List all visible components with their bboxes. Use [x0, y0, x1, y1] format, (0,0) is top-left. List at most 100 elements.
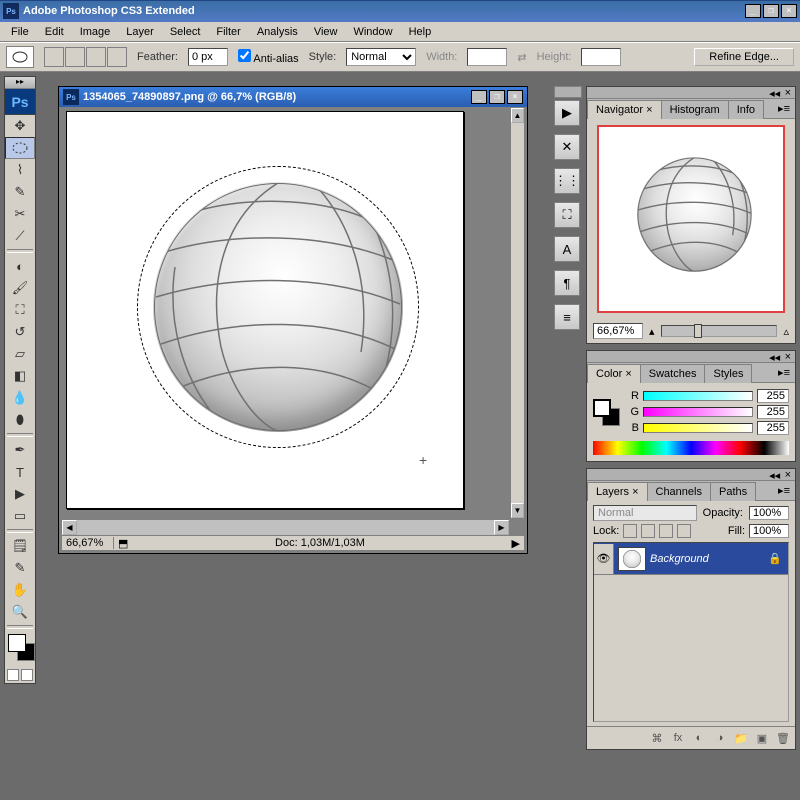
new-layer-button[interactable]: ▣ — [753, 730, 771, 746]
tab-swatches[interactable]: Swatches — [640, 364, 706, 383]
menu-filter[interactable]: Filter — [209, 24, 247, 40]
dock-clone-icon[interactable]: ⛶ — [554, 202, 580, 228]
zoom-in-icon[interactable]: ▵ — [783, 325, 789, 338]
color-menu-button[interactable]: ▸≡ — [773, 363, 795, 382]
navigator-head[interactable]: ◂◂ × — [587, 87, 795, 99]
lock-transparency-button[interactable] — [623, 524, 637, 538]
r-value[interactable]: 255 — [757, 389, 789, 403]
layer-row[interactable]: 👁 Background 🔒 — [594, 543, 788, 575]
pen-tool[interactable]: ✒ — [5, 439, 35, 461]
navigator-menu-button[interactable]: ▸≡ — [773, 99, 795, 118]
g-value[interactable]: 255 — [757, 405, 789, 419]
tab-histogram[interactable]: Histogram — [661, 100, 729, 119]
subtract-selection-button[interactable] — [86, 47, 106, 67]
lock-all-button[interactable] — [677, 524, 691, 538]
document-titlebar[interactable]: Ps 1354065_74890897.png @ 66,7% (RGB/8) … — [59, 87, 527, 107]
group-button[interactable]: 📁 — [732, 730, 750, 746]
lock-pixels-button[interactable] — [641, 524, 655, 538]
tab-navigator[interactable]: Navigator × — [587, 100, 662, 119]
horizontal-scrollbar[interactable]: ◀ ▶ — [62, 520, 509, 535]
menu-help[interactable]: Help — [402, 24, 439, 40]
delete-layer-button[interactable]: 🗑 — [774, 730, 792, 746]
dock-character-icon[interactable]: A — [554, 236, 580, 262]
antialias-checkbox[interactable]: Anti-alias — [238, 49, 299, 65]
standard-mode-button[interactable] — [7, 669, 19, 681]
canvas[interactable]: + — [66, 111, 464, 509]
color-spectrum[interactable] — [593, 441, 789, 455]
tab-info[interactable]: Info — [728, 100, 764, 119]
history-brush-tool[interactable]: ↺ — [5, 321, 35, 343]
minimize-button[interactable]: _ — [745, 4, 761, 18]
tab-channels[interactable]: Channels — [647, 482, 711, 501]
type-tool[interactable]: T — [5, 461, 35, 483]
menu-file[interactable]: File — [4, 24, 36, 40]
shape-tool[interactable]: ▭ — [5, 505, 35, 527]
blur-tool[interactable]: 💧 — [5, 387, 35, 409]
menu-window[interactable]: Window — [346, 24, 399, 40]
stamp-tool[interactable]: ⛶ — [5, 299, 35, 321]
fill-field[interactable]: 100% — [749, 524, 789, 538]
tab-layers[interactable]: Layers × — [587, 482, 648, 501]
scroll-up-button[interactable]: ▲ — [511, 108, 524, 123]
g-slider[interactable] — [643, 407, 753, 417]
canvas-area[interactable]: + — [62, 107, 509, 519]
add-selection-button[interactable] — [65, 47, 85, 67]
doc-restore-button[interactable]: ❐ — [489, 90, 505, 104]
path-select-tool[interactable]: ▶ — [5, 483, 35, 505]
tab-paths[interactable]: Paths — [710, 482, 756, 501]
opacity-field[interactable]: 100% — [749, 506, 789, 520]
tab-styles[interactable]: Styles — [704, 364, 752, 383]
eyedropper-tool[interactable]: ✎ — [5, 557, 35, 579]
zoom-out-icon[interactable]: ▴ — [649, 325, 655, 338]
foreground-color-swatch[interactable] — [8, 634, 26, 652]
status-menu-button[interactable]: ▶ — [508, 537, 524, 550]
lock-position-button[interactable] — [659, 524, 673, 538]
layer-name[interactable]: Background — [650, 553, 768, 565]
dodge-tool[interactable]: ⬮ — [5, 409, 35, 431]
notes-tool[interactable]: 🗒 — [5, 535, 35, 557]
color-swatches[interactable] — [5, 631, 35, 667]
adjustment-layer-button[interactable]: ◑ — [711, 730, 729, 746]
menu-analysis[interactable]: Analysis — [250, 24, 305, 40]
scroll-right-button[interactable]: ▶ — [494, 520, 509, 535]
hand-tool[interactable]: ✋ — [5, 579, 35, 601]
zoom-field[interactable]: 66,67% — [62, 537, 114, 549]
gradient-tool[interactable]: ◧ — [5, 365, 35, 387]
brush-tool[interactable]: 🖌 — [5, 277, 35, 299]
color-swatch-pair[interactable] — [593, 399, 621, 427]
nav-zoom-field[interactable]: 66,67% — [593, 323, 643, 339]
toolbox-grip[interactable]: ▸▸ — [5, 77, 35, 89]
link-layers-button[interactable]: ⌘ — [648, 730, 666, 746]
intersect-selection-button[interactable] — [107, 47, 127, 67]
new-selection-button[interactable] — [44, 47, 64, 67]
b-value[interactable]: 255 — [757, 421, 789, 435]
zoom-tool[interactable]: 🔍 — [5, 601, 35, 623]
blend-mode-select[interactable]: Normal — [593, 505, 697, 521]
dock-layers-icon[interactable]: ≡ — [554, 304, 580, 330]
r-slider[interactable] — [643, 391, 753, 401]
nav-zoom-slider[interactable] — [661, 325, 778, 337]
status-icon[interactable]: ⬒ — [114, 537, 132, 550]
menu-select[interactable]: Select — [163, 24, 208, 40]
tool-preset-picker[interactable] — [6, 46, 34, 68]
move-tool[interactable]: ✥ — [5, 115, 35, 137]
close-button[interactable]: × — [781, 4, 797, 18]
tab-color[interactable]: Color × — [587, 364, 641, 383]
navigator-preview[interactable] — [597, 125, 785, 313]
crop-tool[interactable]: ✂ — [5, 203, 35, 225]
style-select[interactable]: Normal — [346, 48, 416, 66]
dock-play-icon[interactable]: ▶ — [554, 100, 580, 126]
scroll-left-button[interactable]: ◀ — [62, 520, 77, 535]
scroll-down-button[interactable]: ▼ — [511, 503, 524, 518]
dock-grip[interactable] — [554, 86, 582, 98]
refine-edge-button[interactable]: Refine Edge... — [694, 48, 794, 66]
dock-paragraph-icon[interactable]: ¶ — [554, 270, 580, 296]
color-head[interactable]: ◂◂ × — [587, 351, 795, 363]
feather-input[interactable] — [188, 48, 228, 66]
dock-tools-icon[interactable]: ✕ — [554, 134, 580, 160]
menu-view[interactable]: View — [307, 24, 345, 40]
eraser-tool[interactable]: ▱ — [5, 343, 35, 365]
restore-button[interactable]: ❐ — [763, 4, 779, 18]
layer-mask-button[interactable]: ◐ — [690, 730, 708, 746]
b-slider[interactable] — [643, 423, 753, 433]
